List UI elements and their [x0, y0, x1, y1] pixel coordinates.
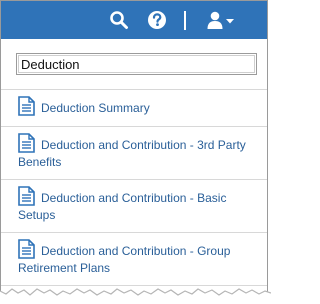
result-label: Deduction and Contribution - 3rd Party B… [18, 138, 246, 169]
help-icon[interactable] [147, 10, 167, 35]
search-area [1, 39, 267, 90]
user-menu-button[interactable] [207, 11, 237, 34]
search-icon[interactable] [109, 10, 129, 35]
torn-edge [0, 288, 271, 304]
search-results-list: Deduction Summary Deduction and Contribu… [1, 90, 267, 286]
result-label: Deduction and Contribution - Basic Setup… [18, 191, 227, 222]
toolbar-divider [184, 11, 186, 30]
caret-down-icon [226, 19, 234, 24]
result-label: Deduction and Contribution - Group Retir… [18, 244, 231, 275]
result-label: Deduction Summary [41, 101, 150, 115]
list-item[interactable]: Deduction Summary [1, 90, 267, 127]
user-icon [207, 11, 223, 29]
search-dropdown-panel: Deduction Summary Deduction and Contribu… [0, 0, 268, 300]
list-item[interactable]: Deduction and Contribution - Group Retir… [1, 233, 267, 286]
search-input[interactable] [16, 53, 257, 75]
top-toolbar [1, 1, 267, 39]
list-item[interactable]: Deduction and Contribution - 3rd Party B… [1, 127, 267, 180]
list-item[interactable]: Deduction and Contribution - Basic Setup… [1, 180, 267, 233]
